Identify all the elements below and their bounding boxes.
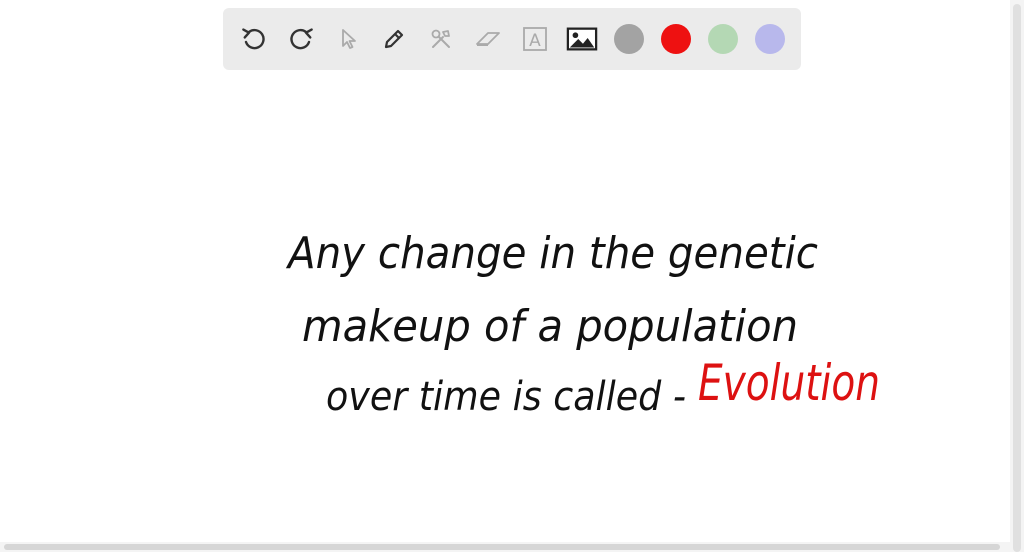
eraser-icon bbox=[476, 32, 500, 46]
redo-button[interactable] bbox=[285, 23, 317, 55]
color-swatch-gray[interactable] bbox=[614, 24, 644, 54]
image-icon bbox=[566, 27, 598, 51]
horizontal-scrollbar[interactable] bbox=[0, 542, 1010, 552]
handwritten-line-2: makeup of a population bbox=[302, 301, 798, 352]
horizontal-scroll-thumb[interactable] bbox=[4, 544, 1000, 550]
select-button[interactable] bbox=[332, 23, 364, 55]
undo-icon bbox=[242, 28, 265, 50]
pen-icon bbox=[384, 29, 404, 49]
tools-button[interactable] bbox=[425, 23, 457, 55]
color-swatch-green[interactable] bbox=[708, 24, 738, 54]
text-icon-glyph: A bbox=[529, 31, 541, 51]
drawing-toolbar: A bbox=[223, 8, 801, 70]
handwritten-answer: Evolution bbox=[698, 354, 880, 412]
vertical-scroll-thumb[interactable] bbox=[1013, 4, 1021, 552]
pointer-icon bbox=[342, 29, 356, 49]
redo-icon bbox=[290, 28, 313, 50]
pen-button[interactable] bbox=[378, 23, 410, 55]
tools-icon bbox=[431, 29, 450, 48]
vertical-scrollbar[interactable] bbox=[1010, 0, 1024, 552]
image-button[interactable] bbox=[566, 23, 598, 55]
color-swatch-red[interactable] bbox=[661, 24, 691, 54]
text-icon: A bbox=[523, 27, 547, 51]
handwriting-layer: Any change in the genetic makeup of a po… bbox=[285, 228, 880, 420]
handwritten-line-1: Any change in the genetic bbox=[285, 228, 818, 279]
eraser-button[interactable] bbox=[472, 23, 504, 55]
whiteboard-canvas[interactable]: Any change in the genetic makeup of a po… bbox=[0, 78, 1010, 540]
handwritten-line-3: over time is called - bbox=[326, 374, 686, 420]
text-button[interactable]: A bbox=[519, 23, 551, 55]
undo-button[interactable] bbox=[238, 23, 270, 55]
color-swatch-purple[interactable] bbox=[755, 24, 785, 54]
